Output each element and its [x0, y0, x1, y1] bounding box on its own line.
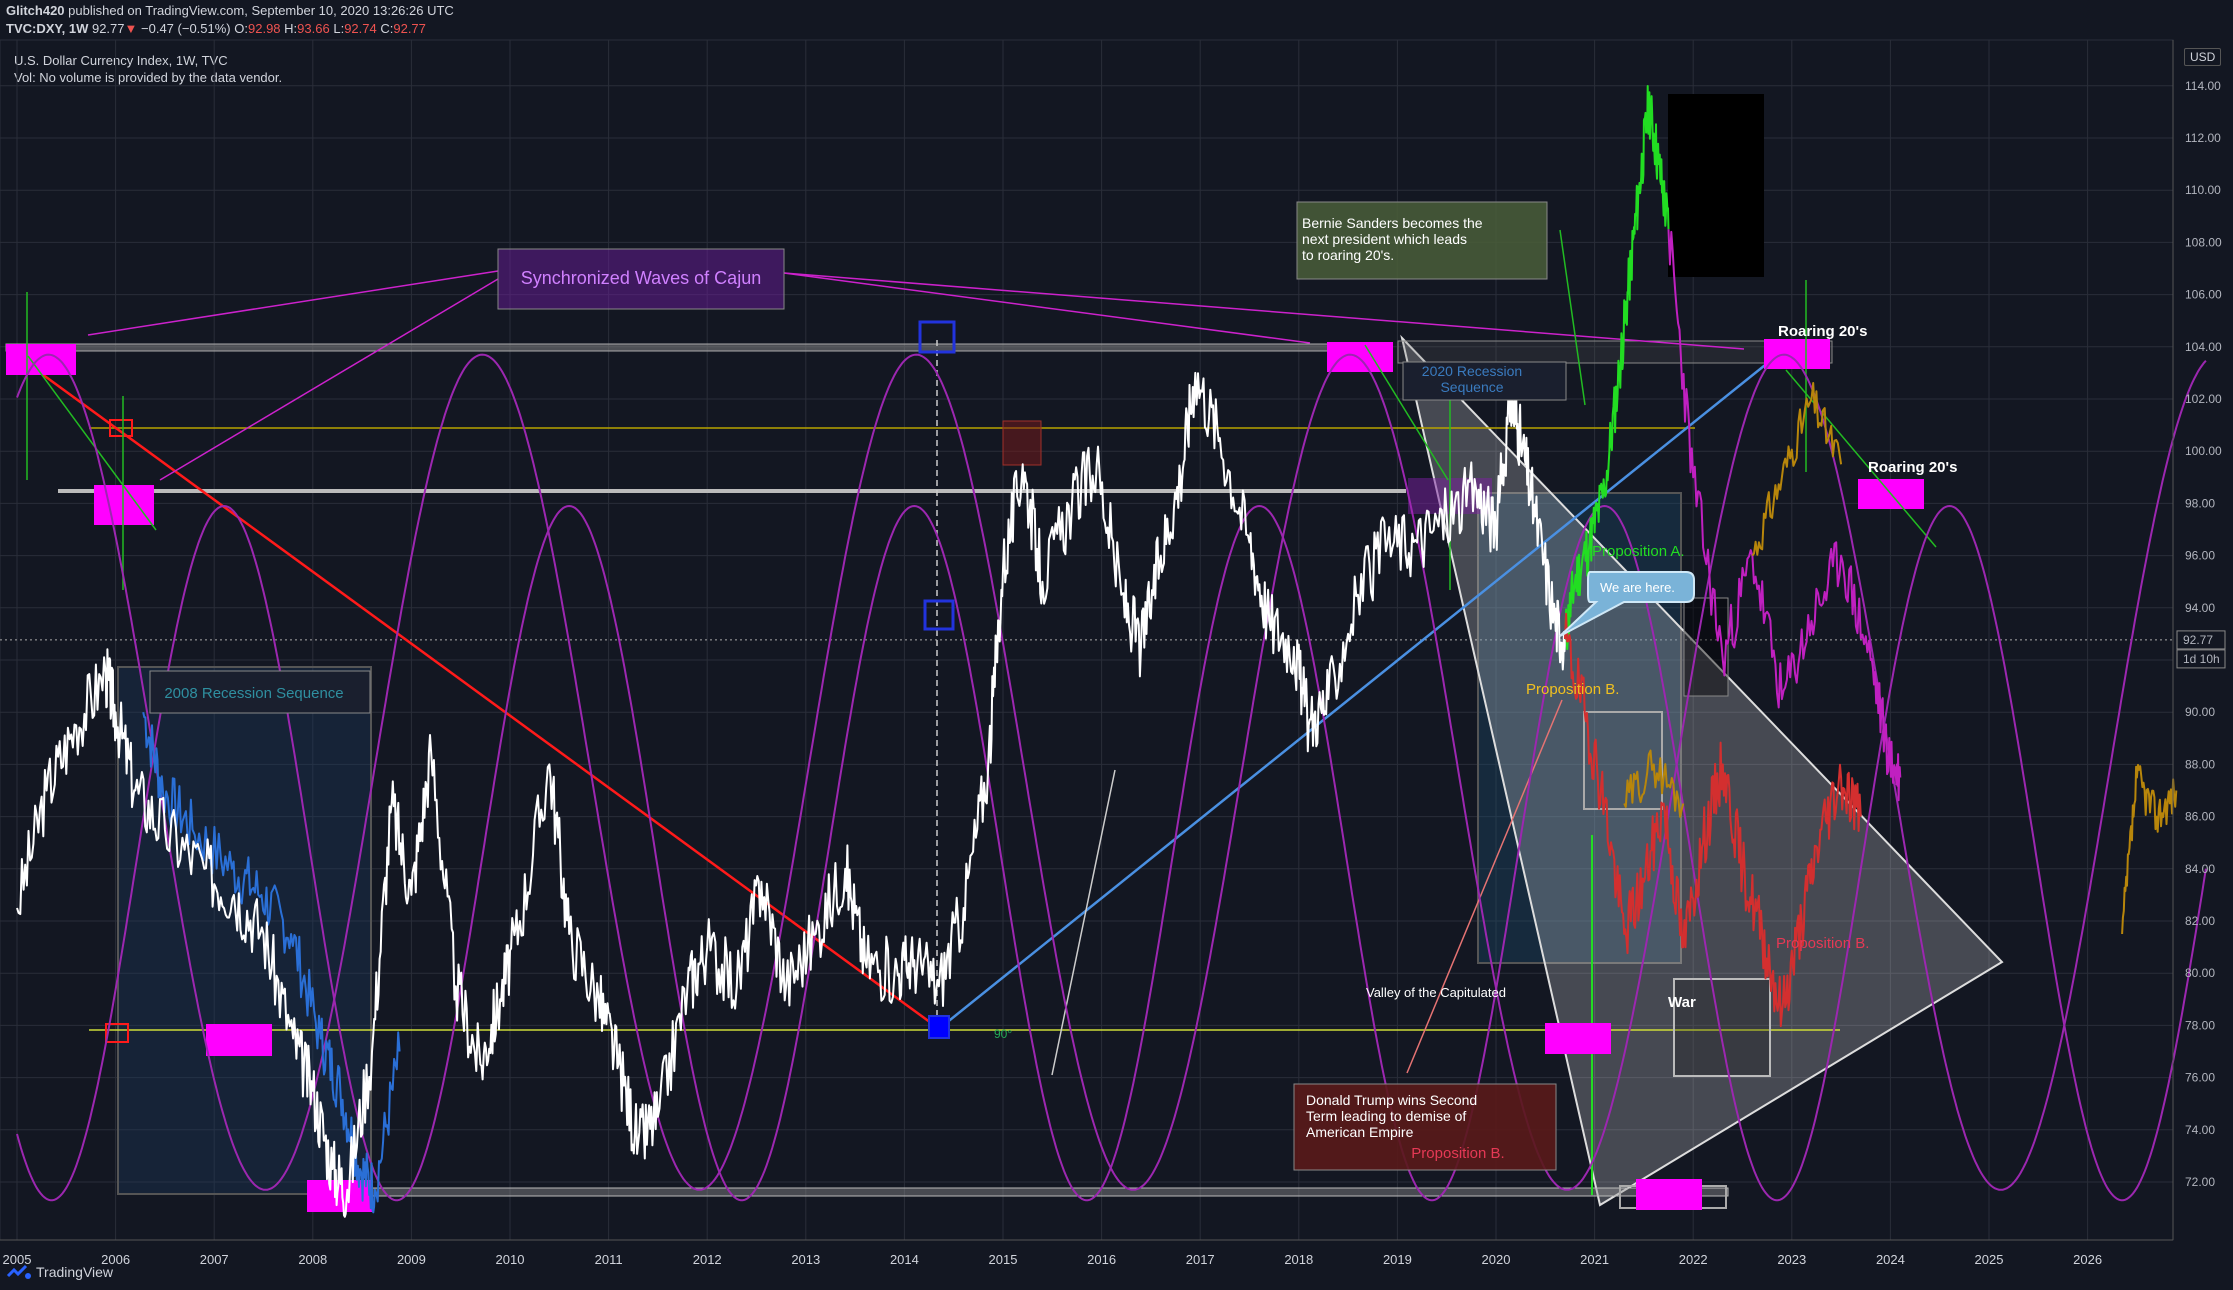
y-tick-label: 94.00: [2185, 601, 2215, 615]
x-tick-label: 2013: [791, 1252, 820, 1267]
y-tick-label: 114.00: [2185, 79, 2221, 93]
magenta-marker-1: [6, 344, 76, 375]
tradingview-logo-icon: [6, 1264, 31, 1279]
war-label: War: [1668, 994, 1696, 1011]
proposition-b-red: Proposition B.: [1776, 935, 1869, 952]
wave-arrow-2: [159, 278, 499, 481]
x-tick-label: 2022: [1679, 1252, 1708, 1267]
red-highlight-box: [1002, 420, 1042, 466]
orange-projection-3: [2121, 763, 2178, 935]
marker-box-low: [928, 1015, 950, 1039]
proposition-a-label: Proposition A.: [1592, 543, 1685, 560]
x-tick-label: 2025: [1975, 1252, 2004, 1267]
currency-badge[interactable]: USD: [2184, 48, 2222, 66]
x-tick-label: 2018: [1284, 1252, 1313, 1267]
x-tick-label: 2023: [1777, 1252, 1806, 1267]
y-tick-label: 100.00: [2185, 444, 2222, 458]
roaring-label-2: Roaring 20's: [1868, 459, 1957, 476]
countdown-badge-text: 1d 10h: [2183, 652, 2220, 666]
resistance-bar-2: [58, 489, 1406, 493]
y-tick-label: 88.00: [2185, 757, 2215, 771]
brand-label: TradingView: [36, 1264, 114, 1280]
x-tick-label: 2007: [200, 1252, 229, 1267]
x-tick-label: 2008: [298, 1252, 327, 1267]
y-tick-label: 106.00: [2185, 288, 2222, 302]
roaring-label-1: Roaring 20's: [1778, 323, 1867, 340]
x-tick-label: 2015: [989, 1252, 1018, 1267]
y-tick-label: 98.00: [2185, 496, 2215, 510]
y-tick-label: 112.00: [2185, 131, 2221, 145]
y-tick-label: 108.00: [2185, 235, 2222, 249]
resistance-bar-top: [5, 343, 1391, 352]
chart-canvas[interactable]: 72.00 74.00 76.00 78.00 80.00 82.00 84.00 86.00…: [0, 0, 2233, 1290]
y-tick-label: 102.00: [2185, 392, 2222, 406]
y-tick-label: 104.00: [2185, 340, 2222, 354]
x-tick-label: 2016: [1087, 1252, 1116, 1267]
proposition-b-yellow: Proposition B.: [1526, 681, 1619, 698]
y-tick-label: 110.00: [2185, 183, 2221, 197]
magenta-marker-7: [1636, 1179, 1702, 1210]
wave-arrow-1: [87, 270, 499, 336]
angle-label: 90°: [994, 1027, 1012, 1041]
x-tick-label: 2009: [397, 1252, 426, 1267]
y-tick-label: 76.00: [2185, 1071, 2215, 1085]
x-tick-label: 2011: [595, 1252, 623, 1267]
y-tick-label: 72.00: [2185, 1175, 2215, 1189]
y-tick-label: 96.00: [2185, 549, 2215, 563]
black-redaction-box: [1668, 94, 1764, 277]
x-tick-label: 2014: [890, 1252, 919, 1267]
valley-label: Valley of the Capitulated: [1366, 985, 1506, 1000]
x-tick-label: 2024: [1876, 1252, 1905, 1267]
y-tick-label: 84.00: [2185, 862, 2215, 876]
magenta-marker-5: [1327, 342, 1393, 372]
x-tick-label: 2017: [1186, 1252, 1215, 1267]
recession-2008-label: 2008 Recession Sequence: [164, 685, 343, 702]
x-tick-label: 2010: [496, 1252, 525, 1267]
magenta-marker-2: [94, 485, 154, 525]
y-tick-label: 78.00: [2185, 1018, 2215, 1032]
orange-projection-2: [1751, 382, 1843, 557]
y-tick-label: 90.00: [2185, 705, 2215, 719]
y-tick-label: 82.00: [2185, 914, 2215, 928]
x-tick-label: 2019: [1383, 1252, 1412, 1267]
x-tick-label: 2021: [1580, 1252, 1609, 1267]
tradingview-footer[interactable]: TradingView: [6, 1264, 113, 1280]
y-tick-label: 74.00: [2185, 1123, 2215, 1137]
support-bar-bottom: [331, 1187, 1729, 1197]
x-tick-label: 2012: [693, 1252, 722, 1267]
marker-box-mid: [923, 599, 955, 631]
we-are-here-label: We are here.: [1600, 580, 1675, 595]
proposition-b-trump: Proposition B.: [1411, 1145, 1504, 1162]
y-tick-label: 80.00: [2185, 966, 2215, 980]
magenta-marker-6: [1545, 1023, 1611, 1054]
x-tick-label: 2026: [2073, 1252, 2102, 1267]
y-tick-label: 86.00: [2185, 810, 2215, 824]
x-tick-label: 2020: [1482, 1252, 1511, 1267]
waves-title: Synchronized Waves of Cajun: [521, 268, 761, 288]
magenta-marker-3: [206, 1024, 272, 1056]
last-price-badge-text: 92.77: [2183, 633, 2213, 647]
magenta-marker-8: [1764, 339, 1830, 369]
